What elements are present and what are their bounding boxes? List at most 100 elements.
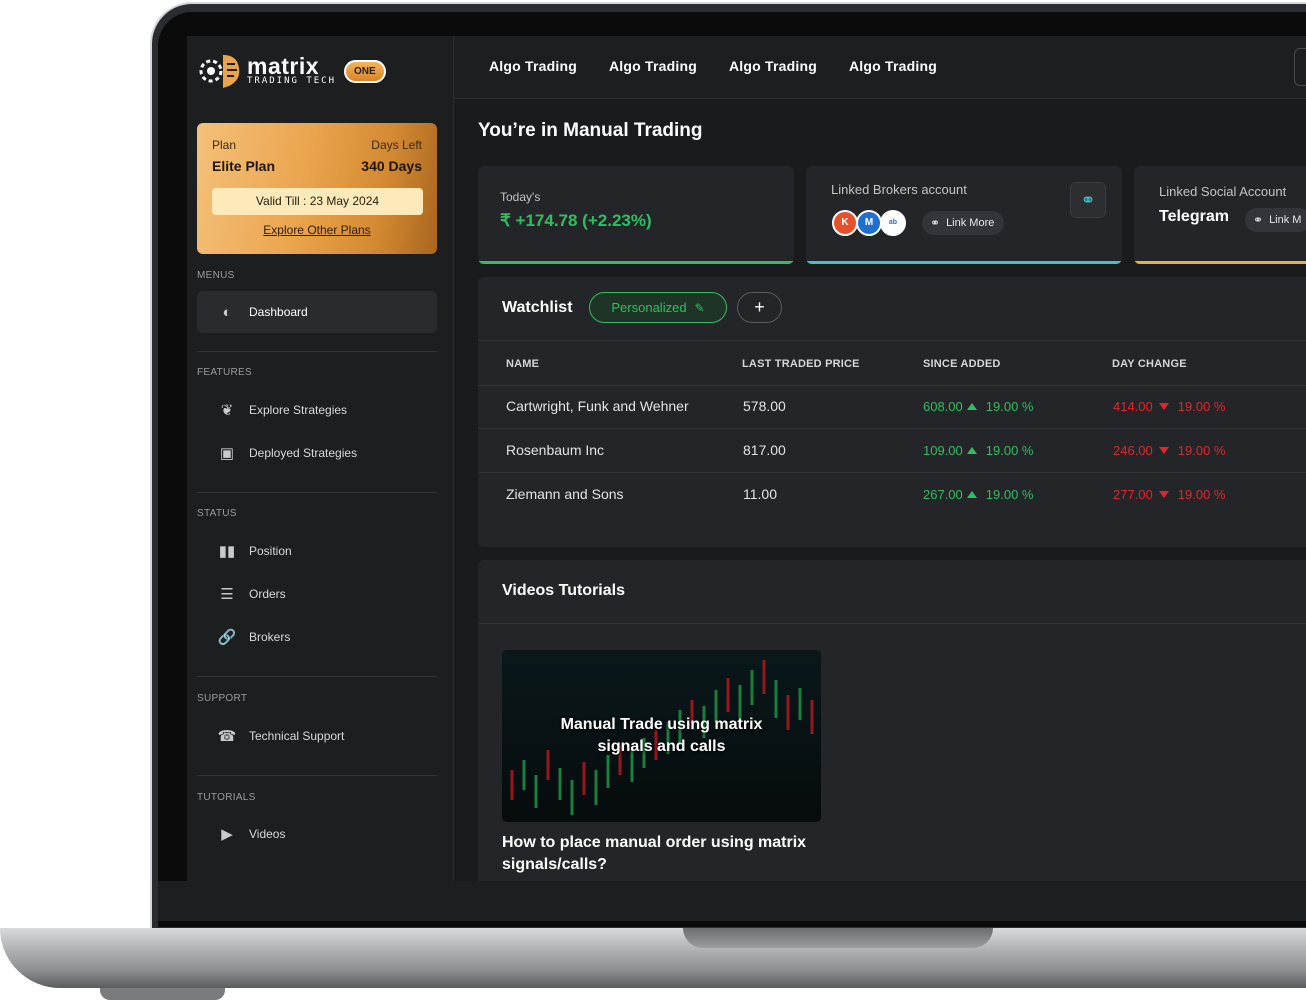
since-added-value: 608.00 bbox=[923, 399, 963, 414]
add-watchlist-button[interactable]: + bbox=[737, 292, 782, 323]
divider bbox=[197, 492, 437, 493]
watchlist-panel: Watchlist Personalized ✎ + NAME LAST TRA… bbox=[478, 277, 1306, 547]
sidebar-item-technical-support[interactable]: ☎ Technical Support bbox=[197, 715, 437, 757]
sidebar: matrix TRADING TECH ONE Plan Elite Plan … bbox=[187, 36, 454, 881]
candlestick-icon: ▮▮ bbox=[218, 543, 236, 560]
sidebar-item-brokers[interactable]: 🔗 Brokers bbox=[197, 616, 437, 658]
sidebar-item-label: Dashboard bbox=[249, 305, 308, 319]
arrow-up-icon bbox=[966, 491, 977, 498]
day-change: 277.00 19.00 % bbox=[1113, 487, 1225, 502]
thumbnail-title-line-2: signals and calls bbox=[597, 738, 726, 755]
sidebar-item-deployed-strategies[interactable]: ▣ Deployed Strategies bbox=[197, 432, 437, 474]
since-added-percent: 19.00 % bbox=[985, 487, 1034, 502]
since-added-change: 608.00 19.00 % bbox=[923, 399, 1033, 414]
since-added-change: 267.00 19.00 % bbox=[923, 487, 1033, 502]
sidebar-item-videos[interactable]: ▶ Videos bbox=[197, 813, 437, 855]
sidebar-item-label: Brokers bbox=[249, 630, 291, 644]
plan-label: Plan bbox=[212, 138, 237, 152]
sidebar-item-orders[interactable]: ☰ Orders bbox=[197, 573, 437, 615]
divider bbox=[197, 351, 437, 352]
valid-till-badge: Valid Till : 23 May 2024 bbox=[212, 188, 423, 215]
col-ltp: LAST TRADED PRICE bbox=[742, 358, 860, 370]
stock-ltp: 578.00 bbox=[743, 398, 786, 414]
day-change-value: 246.00 bbox=[1113, 443, 1153, 458]
since-added-value: 109.00 bbox=[923, 443, 963, 458]
tab-algo-trading-1[interactable]: Algo Trading bbox=[489, 58, 577, 74]
stock-ltp: 817.00 bbox=[743, 442, 786, 458]
link-icon: 🔗 bbox=[217, 629, 237, 646]
todays-label: Today's bbox=[500, 190, 541, 204]
table-row[interactable]: Rosenbaum Inc 817.00 109.00 19.00 % 246.… bbox=[478, 428, 1306, 473]
brand-logo[interactable]: matrix TRADING TECH ONE bbox=[197, 50, 386, 92]
list-icon: ☰ bbox=[220, 586, 234, 603]
table-row[interactable]: Ziemann and Sons 11.00 267.00 19.00 % 27… bbox=[478, 472, 1306, 516]
divider bbox=[478, 623, 1306, 624]
tab-algo-trading-4[interactable]: Algo Trading bbox=[849, 58, 937, 74]
brand-badge: ONE bbox=[344, 59, 386, 83]
card-accent-bar bbox=[478, 261, 794, 264]
sidebar-item-dashboard[interactable]: ◐ Dashboard bbox=[197, 291, 437, 333]
linked-social-label: Linked Social Account bbox=[1159, 184, 1287, 199]
explore-plans-link[interactable]: Explore Other Plans bbox=[197, 223, 437, 237]
sidebar-item-explore-strategies[interactable]: ❦ Explore Strategies bbox=[197, 389, 437, 431]
video-tutorials-panel: Videos Tutorials Manual Trade using matr… bbox=[478, 560, 1306, 881]
social-link-button[interactable]: ⚭ Link M bbox=[1245, 208, 1306, 232]
link-chain-icon[interactable]: ⚭ bbox=[1070, 182, 1106, 218]
sidebar-item-label: Explore Strategies bbox=[249, 403, 348, 417]
days-left-label: Days Left bbox=[371, 138, 422, 152]
divider bbox=[197, 775, 437, 776]
card-accent-bar bbox=[1134, 261, 1306, 264]
plan-card: Plan Elite Plan Days Left 340 Days Valid… bbox=[197, 123, 437, 254]
brain-gear-icon bbox=[197, 50, 243, 92]
plan-name: Elite Plan bbox=[212, 158, 276, 174]
day-change-value: 414.00 bbox=[1113, 399, 1153, 414]
support-section-title: SUPPORT bbox=[197, 693, 248, 704]
link-icon: ⚭ bbox=[1253, 213, 1264, 227]
todays-pnl-card: Today's ₹ +174.78 (+2.23%) bbox=[478, 166, 794, 264]
social-platform-name: Telegram bbox=[1159, 208, 1229, 225]
page-title: You’re in Manual Trading bbox=[478, 120, 703, 141]
play-icon: ▶ bbox=[221, 826, 233, 843]
personalized-label: Personalized bbox=[611, 300, 687, 315]
link-more-button[interactable]: ⚭ Link More bbox=[922, 211, 1005, 235]
link-icon: ⚭ bbox=[930, 216, 941, 230]
social-link-label: Link M bbox=[1269, 214, 1302, 226]
arrow-down-icon bbox=[1158, 403, 1169, 410]
sidebar-item-position[interactable]: ▮▮ Position bbox=[197, 530, 437, 572]
video-tutorials-title: Videos Tutorials bbox=[502, 582, 625, 599]
profile-button[interactable] bbox=[1294, 48, 1306, 86]
video-caption[interactable]: How to place manual order using matrix s… bbox=[502, 832, 832, 876]
arrow-up-icon bbox=[966, 403, 977, 410]
col-day-change: DAY CHANGE bbox=[1112, 358, 1187, 370]
since-added-percent: 19.00 % bbox=[985, 399, 1034, 414]
since-added-change: 109.00 19.00 % bbox=[923, 443, 1033, 458]
strategy-icon: ❦ bbox=[220, 402, 234, 419]
headset-icon: ☎ bbox=[217, 728, 237, 745]
tab-algo-trading-2[interactable]: Algo Trading bbox=[609, 58, 697, 74]
table-row[interactable]: Cartwright, Funk and Wehner 578.00 608.0… bbox=[478, 384, 1306, 429]
linked-brokers-label: Linked Brokers account bbox=[831, 182, 967, 197]
personalized-filter-button[interactable]: Personalized ✎ bbox=[589, 292, 727, 323]
menus-section-title: MENUS bbox=[197, 270, 235, 281]
sidebar-item-label: Deployed Strategies bbox=[249, 446, 358, 460]
stock-name: Ziemann and Sons bbox=[506, 486, 624, 502]
col-name: NAME bbox=[506, 358, 540, 370]
sidebar-item-label: Technical Support bbox=[249, 729, 345, 743]
day-change-percent: 19.00 % bbox=[1177, 443, 1226, 458]
day-change-percent: 19.00 % bbox=[1177, 487, 1226, 502]
day-change: 414.00 19.00 % bbox=[1113, 399, 1225, 414]
app-screen: matrix TRADING TECH ONE Plan Elite Plan … bbox=[187, 36, 1306, 881]
day-change-value: 277.00 bbox=[1113, 487, 1153, 502]
arrow-down-icon bbox=[1158, 491, 1169, 498]
thumbnail-title-line-1: Manual Trade using matrix bbox=[560, 716, 763, 733]
linked-social-card: Linked Social Account Telegram ⚭ Link M bbox=[1134, 166, 1306, 264]
laptop-chin bbox=[158, 881, 1306, 921]
top-navigation: Algo Trading Algo Trading Algo Trading A… bbox=[454, 36, 1306, 99]
tab-algo-trading-3[interactable]: Algo Trading bbox=[729, 58, 817, 74]
features-section-title: FEATURES bbox=[197, 367, 252, 378]
save-disk-icon: ▣ bbox=[219, 445, 235, 462]
day-change-percent: 19.00 % bbox=[1177, 399, 1226, 414]
video-thumbnail[interactable]: Manual Trade using matrix signals and ca… bbox=[502, 650, 821, 822]
laptop-opening-notch bbox=[683, 928, 993, 948]
stock-name: Cartwright, Funk and Wehner bbox=[506, 398, 689, 414]
